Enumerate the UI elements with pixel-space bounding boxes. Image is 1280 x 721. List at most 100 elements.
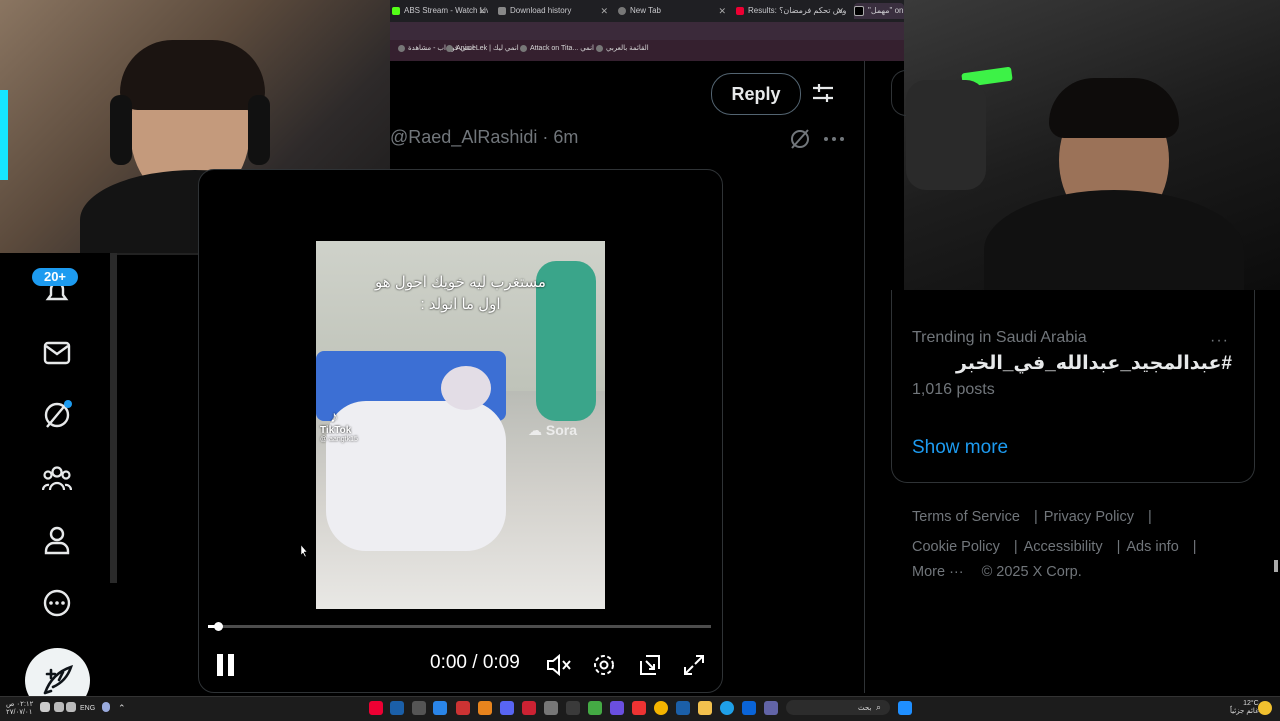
kick-icon <box>392 6 400 15</box>
bookmark-icon <box>520 44 527 52</box>
cookie-link[interactable]: Cookie Policy <box>912 539 1000 555</box>
terms-link[interactable]: Terms of Service <box>912 509 1020 525</box>
notification-center-icon[interactable] <box>40 702 50 712</box>
steam-icon[interactable] <box>390 701 404 715</box>
microphone-icon[interactable] <box>102 702 110 712</box>
grok-icon[interactable] <box>42 400 72 430</box>
column-divider <box>864 61 865 693</box>
privacy-link[interactable]: Privacy Policy <box>1044 509 1134 525</box>
footer-links-row-1: Terms of Service | Privacy Policy | <box>912 509 1152 525</box>
discord-icon[interactable] <box>500 701 514 715</box>
scrollbar-right[interactable] <box>1274 560 1278 572</box>
vlc-icon[interactable] <box>478 701 492 715</box>
sora-watermark-icon: ☁ <box>528 422 542 438</box>
fullscreen-icon[interactable] <box>682 653 706 677</box>
obs-icon[interactable] <box>522 701 536 715</box>
chrome-icon[interactable] <box>654 701 668 715</box>
volume-icon[interactable] <box>54 702 64 712</box>
file-explorer-icon[interactable] <box>698 701 712 715</box>
steam-icon[interactable] <box>676 701 690 715</box>
teams-icon[interactable] <box>764 701 778 715</box>
copyright: © 2025 X Corp. <box>981 564 1082 580</box>
x-logo-icon <box>854 5 864 16</box>
close-tab-icon[interactable]: ✕ <box>836 3 844 19</box>
scrollbar[interactable] <box>110 253 117 583</box>
app-icon[interactable] <box>610 701 624 715</box>
calculator-icon[interactable] <box>412 701 426 715</box>
show-more-link[interactable]: Show more <box>912 437 1008 459</box>
clock[interactable]: ٠٢:١٢ ص ٢٧/٠٧/٠١ <box>6 700 33 716</box>
tiktok-icon: ♪ <box>330 409 338 426</box>
browser-tab[interactable]: ABS Stream - Watch Live on K✕ <box>392 3 488 19</box>
search-icon: ⌕ <box>876 702 882 712</box>
windows-start-icon[interactable] <box>898 701 912 715</box>
close-tab-icon[interactable]: ✕ <box>600 3 608 19</box>
video-scrubber-handle[interactable] <box>214 622 223 631</box>
webcam-overlay-right <box>904 0 1280 290</box>
streamer-hair <box>120 40 265 110</box>
microphone-icon <box>906 80 986 190</box>
picture-in-picture-icon[interactable] <box>638 653 662 677</box>
taskbar-search[interactable] <box>786 700 890 715</box>
app-icon[interactable] <box>566 701 580 715</box>
browser-tab-strip: ABS Stream - Watch Live on K✕ Download h… <box>390 0 904 22</box>
messages-icon[interactable] <box>42 338 72 368</box>
app-icon[interactable] <box>544 701 558 715</box>
bookmark-icon <box>446 44 453 52</box>
more-link[interactable]: More ··· <box>912 564 964 580</box>
bookmark-icon <box>596 44 603 52</box>
app-icon[interactable] <box>632 701 646 715</box>
pause-icon[interactable] <box>214 652 238 678</box>
bookmarks-bar: انمي فور اب - مشاهدة AnimeLek | انمي ليك… <box>390 40 904 61</box>
edge-icon[interactable] <box>720 701 734 715</box>
app-icon[interactable] <box>588 701 602 715</box>
network-icon[interactable] <box>66 702 76 712</box>
ads-info-link[interactable]: Ads info <box>1126 539 1178 555</box>
close-tab-icon[interactable]: ✕ <box>718 3 726 19</box>
app-icon[interactable] <box>742 701 756 715</box>
browser-tab[interactable]: New Tab ✕ <box>618 3 728 19</box>
footer-links-row-2: Cookie Policy | Accessibility | Ads info | <box>912 539 1197 555</box>
bookmark-item[interactable]: AnimeLek | انمي ليك <box>446 44 519 52</box>
video-frame[interactable]: مستغرب ليه خويك احول هو اول ما انولد : ♪… <box>316 241 605 609</box>
reply-button[interactable]: Reply <box>711 73 801 115</box>
grok-icon[interactable] <box>789 128 811 150</box>
bookmark-item[interactable]: Attack on Tita... انمي <box>520 44 594 52</box>
taskbar-search-placeholder: بحث <box>858 705 872 712</box>
app-icon[interactable] <box>369 701 383 715</box>
filter-settings-icon[interactable] <box>810 80 836 106</box>
communities-icon[interactable] <box>42 463 72 493</box>
close-tab-icon[interactable]: ✕ <box>478 3 486 19</box>
address-bar[interactable] <box>390 22 904 40</box>
more-icon[interactable] <box>42 588 72 618</box>
browser-tab[interactable]: Results: وش تحكم فرمضان؟ - St✕ <box>736 3 846 19</box>
streamer-body <box>984 190 1244 290</box>
more-options-icon[interactable] <box>823 136 845 142</box>
search-bar-edge[interactable] <box>891 70 906 116</box>
trend-more-options-icon[interactable]: ··· <box>1210 332 1229 350</box>
accessibility-link[interactable]: Accessibility <box>1024 539 1103 555</box>
video-timecode: 0:00 / 0:09 <box>430 652 520 673</box>
notification-badge: 20+ <box>32 268 78 286</box>
browser-tab-active[interactable]: "مهمل" on X <box>854 3 904 19</box>
headphones-icon <box>248 95 270 165</box>
child-cap <box>441 366 491 410</box>
media-icon[interactable] <box>456 701 470 715</box>
bookmark-icon <box>398 44 405 52</box>
chevron-up-icon[interactable]: ⌃ <box>118 703 126 714</box>
footer-links-row-3: More ··· © 2025 X Corp. <box>912 564 1088 580</box>
language-indicator[interactable]: ENG <box>80 705 95 712</box>
profile-icon[interactable] <box>42 525 72 555</box>
video-progress-track[interactable] <box>208 625 711 628</box>
tiktok-label: TikTok <box>320 425 352 436</box>
mute-icon[interactable] <box>546 654 572 676</box>
app-icon[interactable] <box>433 701 447 715</box>
bookmark-item[interactable]: القائمة بالعربي <box>596 44 649 52</box>
newtab-icon <box>618 6 626 15</box>
post-handle[interactable]: @Raed_AlRashidi · 6m <box>390 127 578 148</box>
weather-widget[interactable]: 12°C غائم جزئياً <box>1230 700 1259 715</box>
settings-gear-icon[interactable] <box>592 653 616 677</box>
trend-post-count: 1,016 posts <box>912 381 995 398</box>
trend-title[interactable]: #عبدالمجيد_عبدالله_في_الخبر <box>912 352 1232 375</box>
browser-tab[interactable]: Download history ✕ <box>498 3 610 19</box>
